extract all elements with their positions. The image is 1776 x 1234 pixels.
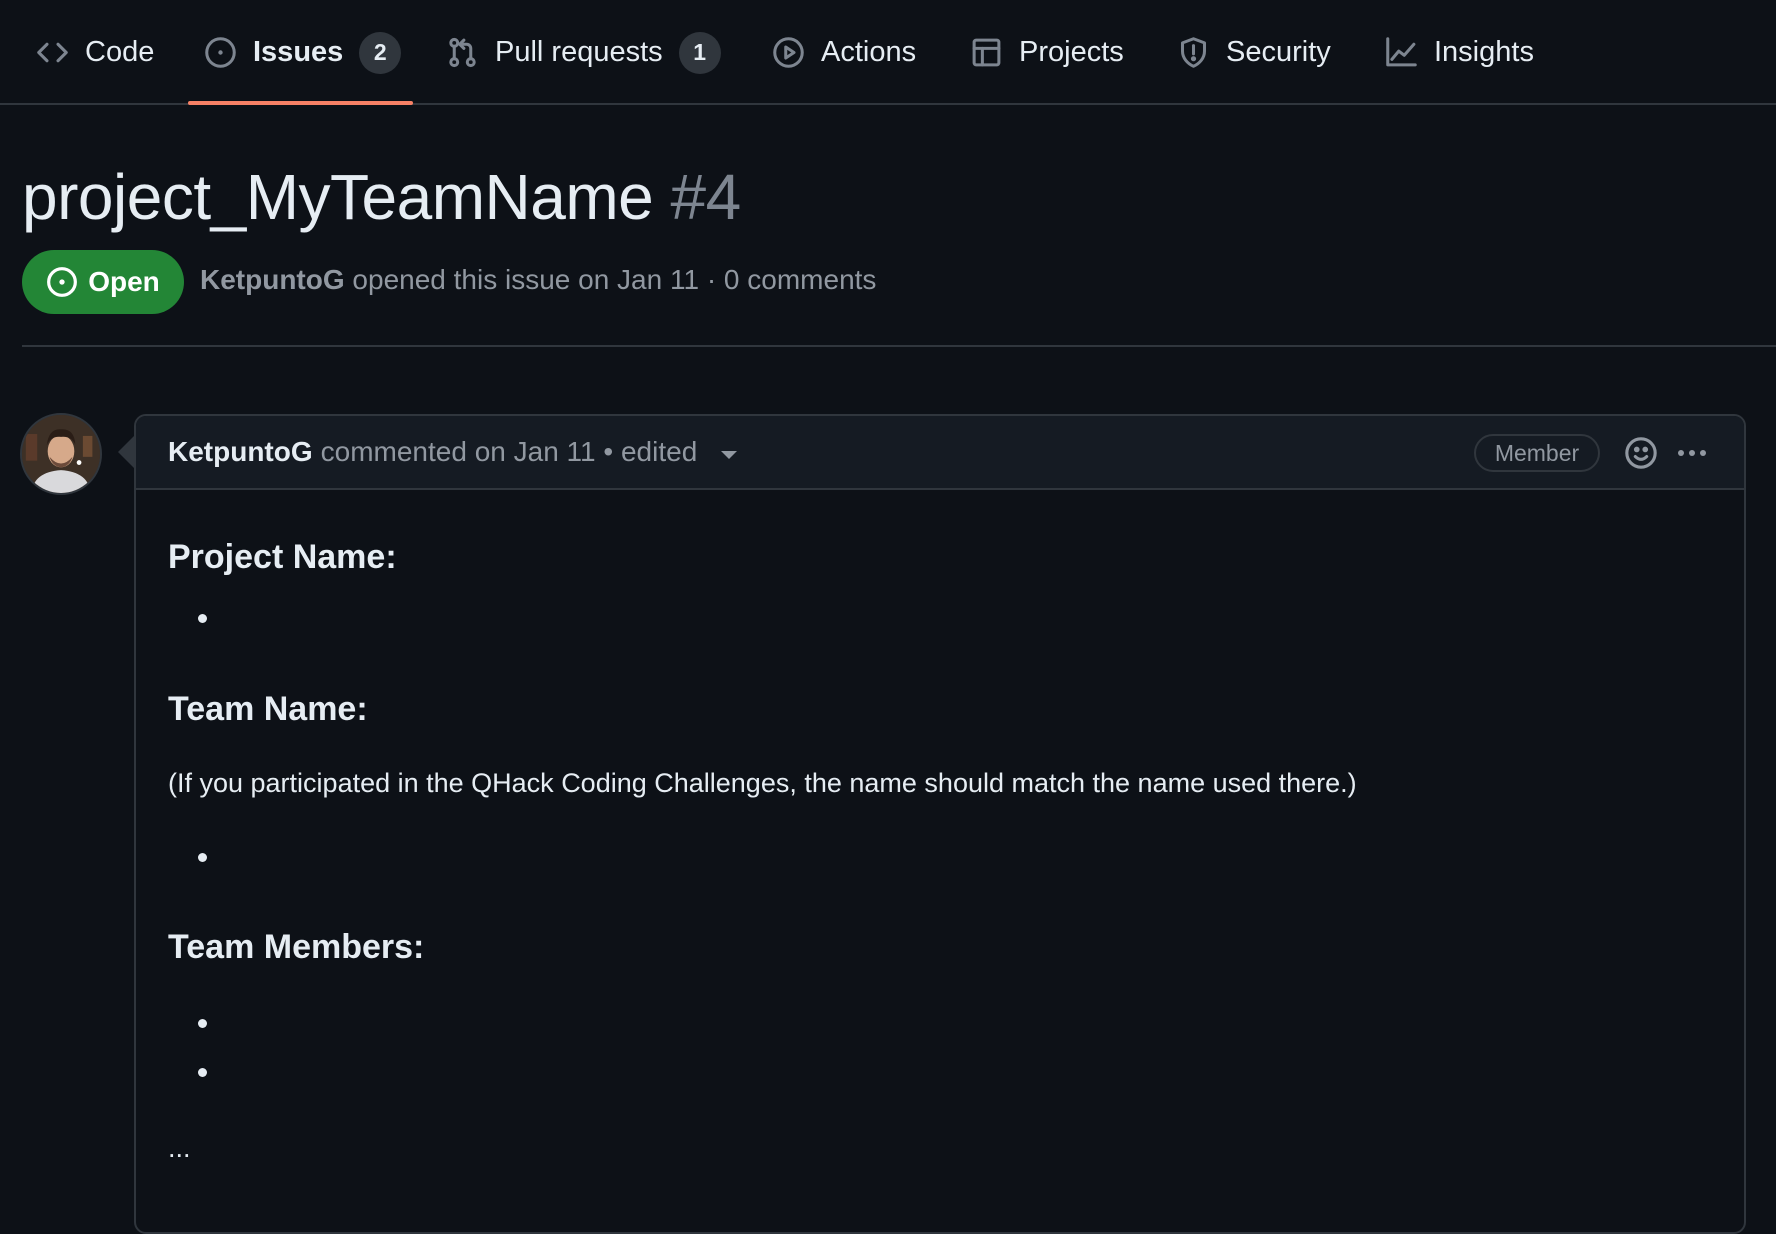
tab-issues[interactable]: Issues 2: [204, 0, 402, 105]
kebab-horizontal-icon-dot: [1700, 450, 1706, 456]
smiley-icon: [1625, 437, 1657, 469]
tab-insights[interactable]: Insights: [1385, 0, 1534, 105]
tab-projects[interactable]: Projects: [970, 0, 1124, 105]
comment-pointer: [118, 436, 134, 468]
git-pull-request-icon: [449, 37, 476, 68]
issue-number: #4: [670, 161, 742, 233]
edit-history-dropdown-caret[interactable]: [721, 451, 738, 459]
code-icon: [37, 42, 68, 63]
issue-title: project_MyTeamName #4: [22, 157, 741, 237]
comment-meta: KetpuntoG commented on Jan 11 • edited: [168, 436, 738, 468]
shield-icon: [1180, 37, 1207, 68]
issue-opened-icon: [47, 267, 78, 297]
tab-label: Insights: [1434, 36, 1534, 68]
comment-author-link[interactable]: KetpuntoG: [168, 436, 313, 468]
user-avatar-image: [22, 415, 100, 493]
header-divider: [22, 345, 1776, 347]
tab-label: Issues: [253, 36, 344, 68]
issues-counter: 2: [359, 31, 402, 74]
tab-security[interactable]: Security: [1177, 0, 1331, 105]
comment-box: KetpuntoG commented on Jan 11 • edited M…: [134, 414, 1746, 1234]
body-ellipsis: ...: [168, 1133, 191, 1163]
kebab-horizontal-icon-dot: [1678, 450, 1684, 456]
tab-label: Pull requests: [495, 36, 663, 68]
table-icon: [972, 38, 1001, 67]
issue-opened-text: opened this issue on Jan 11 · 0 comments: [352, 264, 877, 295]
list-bullet: [198, 853, 207, 862]
tab-pull-requests[interactable]: Pull requests 1: [446, 0, 721, 105]
heading-team-members: Team Members:: [168, 928, 425, 966]
heading-project-name: Project Name:: [168, 538, 397, 576]
issue-state-badge: Open: [22, 250, 184, 314]
list-bullet: [198, 1068, 207, 1077]
list-bullet: [198, 614, 207, 623]
tab-label: Projects: [1019, 36, 1124, 68]
repo-tab-nav: Code Issues 2 Pull requests 1 Actions Pr…: [0, 0, 1776, 105]
issue-state-label: Open: [88, 266, 160, 297]
play-icon: [773, 37, 804, 68]
selected-tab-underline: [188, 101, 413, 105]
graph-icon: [1386, 37, 1417, 67]
team-name-note: (If you participated in the QHack Coding…: [168, 768, 1357, 798]
issue-meta: KetpuntoG opened this issue on Jan 11 · …: [200, 264, 876, 296]
tab-label: Security: [1226, 36, 1331, 68]
add-reaction-button[interactable]: [1624, 436, 1658, 470]
comment-header: KetpuntoG commented on Jan 11 • edited M…: [136, 416, 1744, 490]
issue-title-text: project_MyTeamName: [22, 161, 654, 233]
pull-requests-counter: 1: [678, 31, 721, 74]
comment-options-button[interactable]: [1672, 438, 1712, 468]
avatar[interactable]: [20, 413, 102, 495]
author-role-badge: Member: [1474, 434, 1600, 472]
issue-opened-icon: [205, 37, 236, 68]
tab-code[interactable]: Code: [36, 0, 154, 105]
comment-meta-text: commented on Jan 11 • edited: [320, 436, 698, 467]
tab-actions[interactable]: Actions: [772, 0, 916, 105]
kebab-horizontal-icon-dot: [1689, 450, 1695, 456]
tab-label: Code: [85, 36, 155, 68]
tab-label: Actions: [821, 36, 917, 68]
list-bullet: [198, 1019, 207, 1028]
heading-team-name: Team Name:: [168, 690, 368, 728]
issue-author-link[interactable]: KetpuntoG: [200, 264, 345, 295]
